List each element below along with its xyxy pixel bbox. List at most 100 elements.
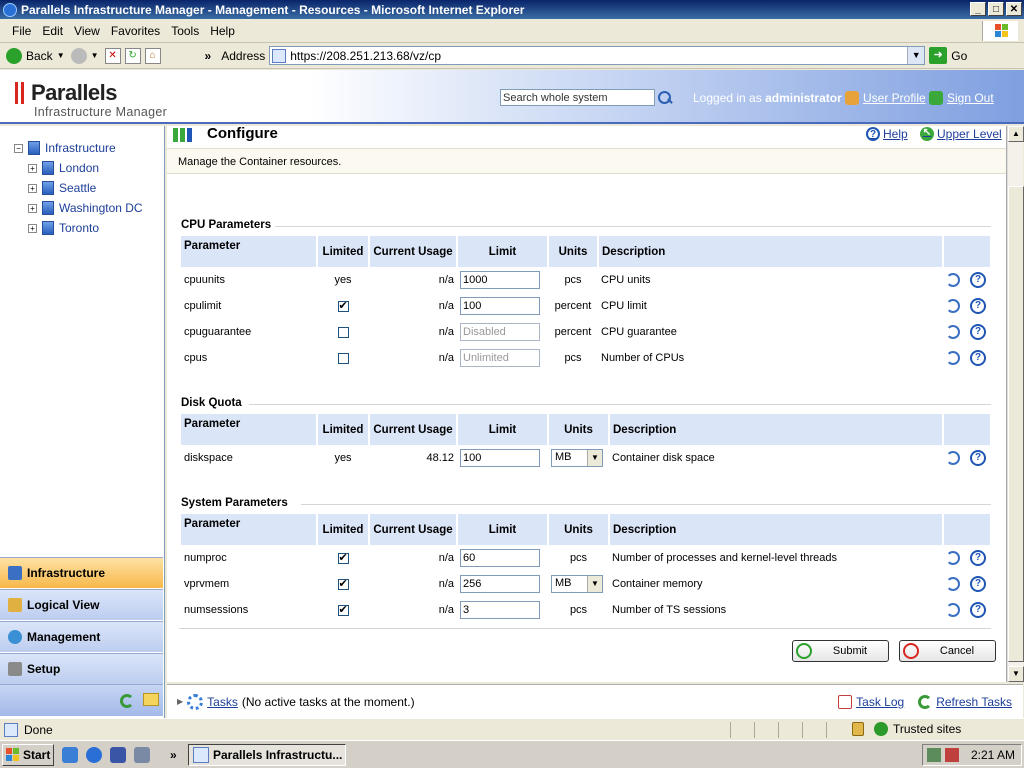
minimize-button[interactable]: _ bbox=[970, 2, 986, 16]
submit-button[interactable]: Submit bbox=[792, 640, 889, 662]
scroll-down-icon[interactable]: ▼ bbox=[1008, 666, 1024, 682]
limit-input[interactable] bbox=[460, 549, 540, 567]
go-button[interactable]: ➜ Go bbox=[929, 47, 967, 64]
help-icon[interactable]: ? bbox=[970, 450, 986, 466]
taskbar-item-label: Parallels Infrastructu... bbox=[213, 748, 343, 762]
refresh-icon[interactable] bbox=[120, 694, 134, 708]
expand-tasks-icon[interactable]: ▶ bbox=[177, 697, 183, 706]
refresh-tasks-link[interactable]: Refresh Tasks bbox=[918, 695, 1012, 709]
brand-name: Parallels bbox=[31, 80, 118, 105]
vertical-scrollbar[interactable]: ▲ ▼ bbox=[1007, 126, 1024, 682]
help-icon[interactable]: ? bbox=[970, 272, 986, 288]
toolbar-more[interactable]: » bbox=[205, 49, 212, 63]
refresh-icon[interactable]: ↻ bbox=[124, 47, 141, 64]
help-icon[interactable]: ? bbox=[970, 350, 986, 366]
tree-item-seattle[interactable]: + Seattle bbox=[14, 178, 164, 198]
expand-icon[interactable]: + bbox=[28, 183, 37, 193]
folder-icon[interactable] bbox=[143, 693, 159, 706]
scroll-up-icon[interactable]: ▲ bbox=[1008, 126, 1024, 142]
network-icon[interactable] bbox=[927, 748, 941, 762]
table-row: cpuguarantee n/a percent CPU guarantee ? bbox=[181, 319, 991, 345]
menu-help[interactable]: Help bbox=[210, 24, 235, 38]
expand-icon[interactable]: + bbox=[28, 203, 37, 213]
stop-icon[interactable]: ✕ bbox=[104, 47, 121, 64]
limit-input[interactable] bbox=[460, 449, 540, 467]
expand-icon[interactable]: + bbox=[28, 223, 37, 233]
usage-value: n/a bbox=[438, 300, 454, 312]
reset-icon[interactable] bbox=[946, 451, 960, 465]
tray-app-icon[interactable] bbox=[945, 748, 959, 762]
quicklaunch-tool-icon[interactable] bbox=[134, 746, 150, 763]
reset-icon[interactable] bbox=[946, 325, 960, 339]
search-input[interactable] bbox=[500, 89, 655, 106]
nav-section-setup[interactable]: Setup bbox=[0, 653, 163, 684]
help-icon[interactable]: ? bbox=[970, 298, 986, 314]
address-bar[interactable]: https://208.251.213.68/vz/cp ▼ bbox=[269, 46, 926, 65]
close-button[interactable]: ✕ bbox=[1006, 2, 1022, 16]
collapse-icon[interactable]: − bbox=[14, 143, 23, 153]
user-profile-link[interactable]: User Profile bbox=[845, 91, 926, 105]
tree-item-infrastructure[interactable]: − Infrastructure bbox=[14, 138, 164, 158]
maximize-button[interactable]: □ bbox=[988, 2, 1004, 16]
sign-out-link[interactable]: Sign Out bbox=[929, 91, 994, 105]
limit-input[interactable] bbox=[460, 575, 540, 593]
start-button[interactable]: Start bbox=[2, 743, 54, 766]
limited-checkbox[interactable] bbox=[337, 603, 349, 616]
user-profile-label: User Profile bbox=[863, 91, 926, 105]
tree-item-toronto[interactable]: + Toronto bbox=[14, 218, 164, 238]
upper-level-link[interactable]: ↖ Upper Level bbox=[920, 127, 1002, 141]
browser-toolbar: Back ▼ ▼ ✕ ↻ ⌂ » Address https://208.251… bbox=[0, 43, 1024, 69]
limited-checkbox[interactable] bbox=[337, 577, 349, 590]
units-select[interactable]: MB ▼ bbox=[551, 575, 603, 593]
menu-tools[interactable]: Tools bbox=[171, 24, 199, 38]
limited-checkbox[interactable] bbox=[337, 352, 349, 364]
quicklaunch-ie-icon[interactable] bbox=[86, 746, 102, 763]
param-name: cpuguarantee bbox=[184, 326, 252, 338]
back-button[interactable]: Back ▼ bbox=[6, 47, 65, 64]
nav-section-management[interactable]: Management bbox=[0, 621, 163, 652]
scroll-thumb[interactable] bbox=[1008, 186, 1024, 662]
reset-icon[interactable] bbox=[946, 551, 960, 565]
limited-checkbox[interactable] bbox=[337, 551, 349, 564]
tasks-link[interactable]: Tasks bbox=[207, 695, 238, 709]
tree-item-washington-dc[interactable]: + Washington DC bbox=[14, 198, 164, 218]
reset-icon[interactable] bbox=[946, 299, 960, 313]
menu-edit[interactable]: Edit bbox=[42, 24, 63, 38]
expand-icon[interactable]: + bbox=[28, 163, 37, 173]
menu-file[interactable]: File bbox=[12, 24, 31, 38]
reset-icon[interactable] bbox=[946, 351, 960, 365]
task-log-link[interactable]: Task Log bbox=[838, 695, 904, 709]
limit-input[interactable] bbox=[460, 297, 540, 315]
quicklaunch-desktop-icon[interactable] bbox=[62, 746, 78, 763]
units-select[interactable]: MB ▼ bbox=[551, 449, 603, 467]
address-dropdown-icon[interactable]: ▼ bbox=[907, 47, 925, 64]
security-zone: Trusted sites bbox=[874, 722, 961, 736]
quicklaunch-save-icon[interactable] bbox=[110, 746, 126, 763]
reset-icon[interactable] bbox=[946, 577, 960, 591]
limit-input[interactable] bbox=[460, 271, 540, 289]
menu-favorites[interactable]: Favorites bbox=[111, 24, 160, 38]
tree-item-london[interactable]: + London bbox=[14, 158, 164, 178]
help-link[interactable]: ? Help bbox=[866, 127, 908, 141]
reset-icon[interactable] bbox=[946, 273, 960, 287]
help-icon[interactable]: ? bbox=[970, 550, 986, 566]
cancel-button[interactable]: Cancel bbox=[899, 640, 996, 662]
menu-view[interactable]: View bbox=[74, 24, 100, 38]
trusted-check-icon bbox=[874, 722, 888, 736]
limit-input[interactable] bbox=[460, 323, 540, 341]
help-icon[interactable]: ? bbox=[970, 324, 986, 340]
limited-checkbox[interactable] bbox=[337, 326, 349, 338]
quicklaunch-more[interactable]: » bbox=[170, 748, 177, 762]
nav-section-logical-view[interactable]: Logical View bbox=[0, 589, 163, 620]
forward-button[interactable]: ▼ bbox=[70, 47, 99, 64]
help-icon[interactable]: ? bbox=[970, 576, 986, 592]
home-icon[interactable]: ⌂ bbox=[144, 47, 161, 64]
limit-input[interactable] bbox=[460, 601, 540, 619]
limited-checkbox[interactable] bbox=[337, 299, 349, 312]
help-icon[interactable]: ? bbox=[970, 602, 986, 618]
limit-input[interactable] bbox=[460, 349, 540, 367]
nav-section-infrastructure[interactable]: Infrastructure bbox=[0, 557, 163, 588]
taskbar-window-item[interactable]: Parallels Infrastructu... bbox=[188, 744, 346, 766]
search-icon[interactable] bbox=[657, 90, 673, 106]
reset-icon[interactable] bbox=[946, 603, 960, 617]
